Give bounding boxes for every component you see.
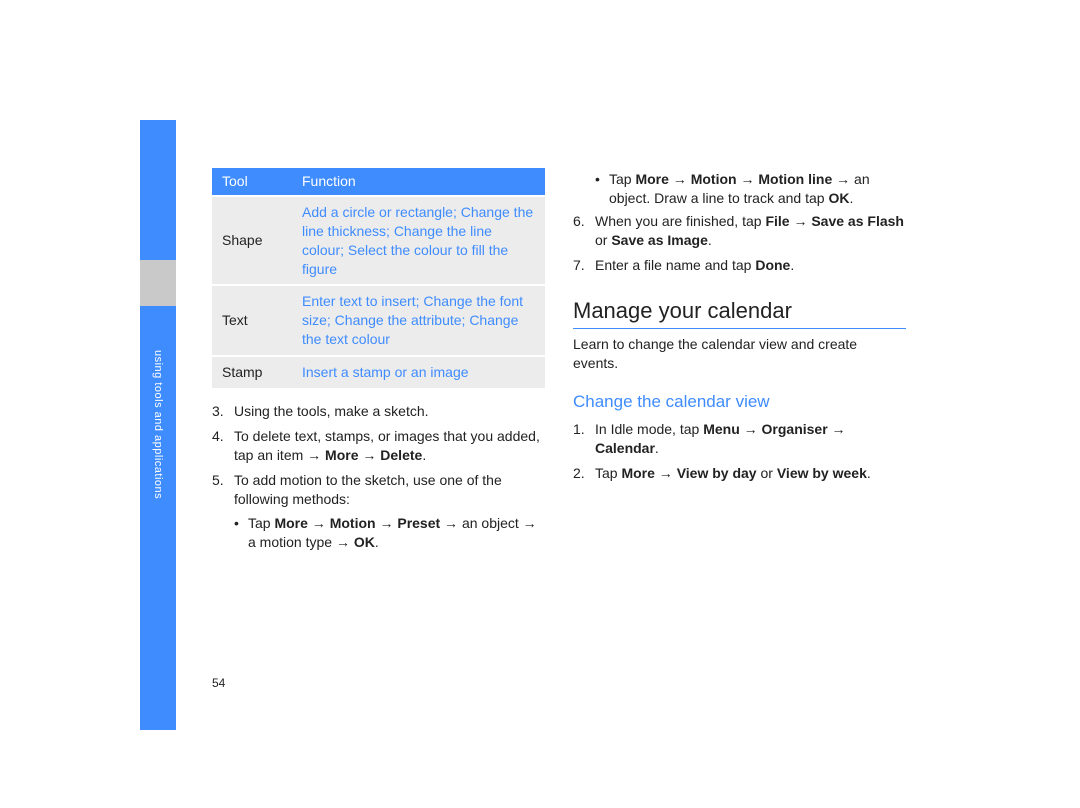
text-run: →: [790, 213, 812, 229]
step-7: 7. Enter a file name and tap Done.: [573, 256, 906, 275]
text-run: →: [740, 421, 762, 437]
text-run: →: [737, 171, 759, 187]
sidebar-section-label: using tools and applications: [140, 330, 176, 520]
text-run: In Idle mode, tap: [595, 421, 703, 437]
step-text: Tap More → View by day or View by week.: [595, 464, 906, 483]
step-number: 7.: [573, 256, 595, 275]
step-5: 5. To add motion to the sketch, use one …: [212, 471, 545, 509]
bold-run: View by day: [677, 465, 757, 481]
bullet-item: • Tap More → Motion → Motion line → an o…: [595, 170, 906, 208]
calendar-step-list: 1. In Idle mode, tap Menu → Organiser → …: [573, 420, 906, 483]
subsection-title: Change the calendar view: [573, 391, 906, 414]
cell-function: Add a circle or rectangle; Change the li…: [292, 196, 545, 286]
text-run: →: [376, 515, 398, 531]
right-step-list: 6. When you are finished, tap File → Sav…: [573, 212, 906, 275]
bold-run: More: [635, 171, 668, 187]
bold-run: More: [621, 465, 654, 481]
bold-run: File: [765, 213, 789, 229]
step-4: 4. To delete text, stamps, or images tha…: [212, 427, 545, 465]
text-run: or: [757, 465, 777, 481]
step-1: 1. In Idle mode, tap Menu → Organiser → …: [573, 420, 906, 458]
text-run: →: [828, 421, 846, 437]
text-run: →: [308, 515, 330, 531]
cell-function: Insert a stamp or an image: [292, 356, 545, 388]
step-number: 3.: [212, 402, 234, 421]
th-function: Function: [292, 168, 545, 196]
bold-run: Save as Image: [611, 232, 708, 248]
text-run: When you are finished, tap: [595, 213, 765, 229]
step-text: To delete text, stamps, or images that y…: [234, 427, 545, 465]
text-run: Enter a file name and tap: [595, 257, 755, 273]
step-number: 4.: [212, 427, 234, 465]
section-intro: Learn to change the calendar view and cr…: [573, 335, 906, 373]
text-run: →: [655, 465, 677, 481]
step-number: 5.: [212, 471, 234, 509]
step-number: 6.: [573, 212, 595, 250]
text-run: →: [359, 447, 381, 463]
bold-run: Delete: [380, 447, 422, 463]
bold-run: More: [274, 515, 307, 531]
step-2: 2. Tap More → View by day or View by wee…: [573, 464, 906, 483]
cell-tool: Stamp: [212, 356, 292, 388]
bold-run: Motion: [330, 515, 376, 531]
text-run: Tap: [609, 171, 635, 187]
step-number: 2.: [573, 464, 595, 483]
bold-run: OK: [828, 190, 849, 206]
th-tool: Tool: [212, 168, 292, 196]
left-step-list: 3. Using the tools, make a sketch. 4. To…: [212, 402, 545, 508]
bullet-text: Tap More → Motion → Motion line → an obj…: [609, 170, 906, 208]
text-run: or: [595, 232, 611, 248]
bullet-list: • Tap More → Motion → Preset → an object…: [234, 514, 545, 552]
step-text: Enter a file name and tap Done.: [595, 256, 906, 275]
bold-run: Motion: [691, 171, 737, 187]
step-text: To add motion to the sketch, use one of …: [234, 471, 545, 509]
table-row: Shape Add a circle or rectangle; Change …: [212, 196, 545, 286]
page-number: 54: [212, 676, 225, 690]
text-run: .: [849, 190, 853, 206]
bullet-item: • Tap More → Motion → Preset → an object…: [234, 514, 545, 552]
cell-tool: Shape: [212, 196, 292, 286]
bold-run: View by week: [777, 465, 867, 481]
bullet-dot: •: [595, 170, 609, 208]
step-3: 3. Using the tools, make a sketch.: [212, 402, 545, 421]
step-6: 6. When you are finished, tap File → Sav…: [573, 212, 906, 250]
text-run: .: [708, 232, 712, 248]
text-run: .: [790, 257, 794, 273]
text-run: .: [375, 534, 379, 550]
sidebar-tab: [140, 260, 176, 306]
cell-tool: Text: [212, 285, 292, 356]
text-run: Tap: [248, 515, 274, 531]
bold-run: Save as Flash: [811, 213, 904, 229]
step-number: 1.: [573, 420, 595, 458]
step-text: In Idle mode, tap Menu → Organiser → Cal…: [595, 420, 906, 458]
bold-run: Motion line: [758, 171, 832, 187]
tool-function-table: Tool Function Shape Add a circle or rect…: [212, 168, 545, 388]
text-run: .: [422, 447, 426, 463]
table-header-row: Tool Function: [212, 168, 545, 196]
right-column: • Tap More → Motion → Motion line → an o…: [573, 168, 906, 555]
table-row: Stamp Insert a stamp or an image: [212, 356, 545, 388]
bold-run: Done: [755, 257, 790, 273]
bullet-dot: •: [234, 514, 248, 552]
bold-run: Preset: [397, 515, 440, 531]
manual-page: using tools and applications Tool Functi…: [140, 120, 946, 730]
content-columns: Tool Function Shape Add a circle or rect…: [212, 168, 906, 555]
bullet-list-continued: • Tap More → Motion → Motion line → an o…: [595, 170, 906, 208]
text-run: .: [867, 465, 871, 481]
cell-function: Enter text to insert; Change the font si…: [292, 285, 545, 356]
section-title: Manage your calendar: [573, 296, 906, 329]
bold-run: Menu: [703, 421, 740, 437]
bold-run: Calendar: [595, 440, 655, 456]
bold-run: Organiser: [762, 421, 828, 437]
table-row: Text Enter text to insert; Change the fo…: [212, 285, 545, 356]
text-run: →: [669, 171, 691, 187]
bold-run: More: [325, 447, 358, 463]
bold-run: OK: [354, 534, 375, 550]
step-text: Using the tools, make a sketch.: [234, 402, 545, 421]
step-text: When you are finished, tap File → Save a…: [595, 212, 906, 250]
text-run: .: [655, 440, 659, 456]
text-run: Tap: [595, 465, 621, 481]
bullet-text: Tap More → Motion → Preset → an object →…: [248, 514, 545, 552]
left-column: Tool Function Shape Add a circle or rect…: [212, 168, 545, 555]
